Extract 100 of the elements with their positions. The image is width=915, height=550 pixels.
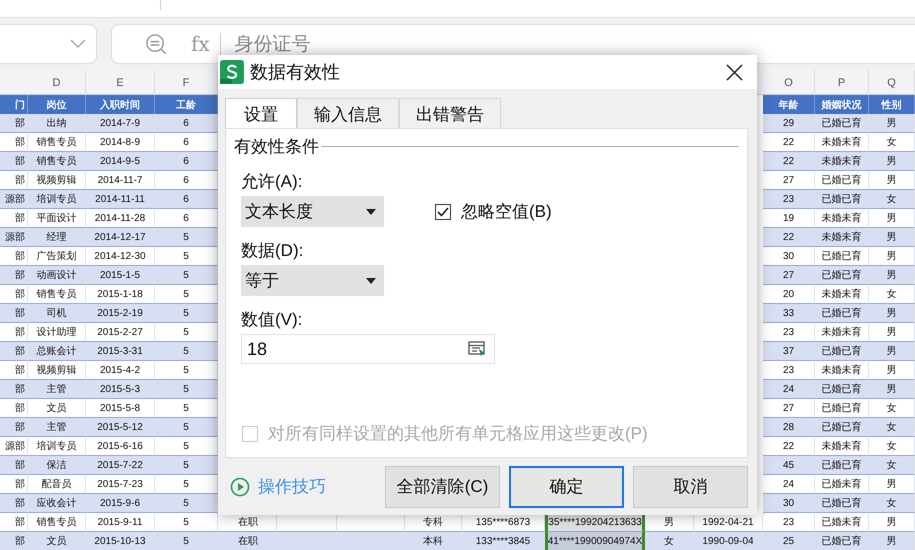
table-cell: 部 — [0, 418, 28, 437]
close-icon[interactable] — [726, 64, 743, 80]
table-cell: 1990-09-04 — [694, 532, 763, 550]
table-cell: 女 — [869, 285, 915, 304]
table-cell: 部 — [0, 380, 28, 399]
table-cell: 2014-11-28 — [86, 209, 155, 228]
table-cell: 经理 — [28, 228, 86, 247]
table-cell: 女 — [869, 399, 915, 418]
table-cell: 司机 — [28, 304, 86, 323]
table-cell: 女 — [869, 437, 915, 456]
allow-label: 允许(A): — [241, 171, 304, 193]
table-cell: 未婚未育 — [815, 323, 869, 342]
table-cell: 女 — [869, 133, 915, 152]
table-cell: 销售专员 — [28, 133, 86, 152]
table-cell: 文员 — [28, 399, 86, 418]
table-cell: 2015-9-11 — [86, 513, 155, 532]
table-cell: 男 — [869, 361, 915, 380]
table-cell: 5 — [155, 475, 218, 494]
table-cell: 文员 — [28, 532, 86, 550]
table-cell: 22 — [763, 228, 815, 247]
table-cell: 男 — [869, 152, 915, 171]
table-cell: 5 — [155, 399, 218, 418]
table-cell: 未婚未育 — [815, 437, 869, 456]
table-cell: 已婚已育 — [815, 494, 869, 513]
table-cell: 本科 — [405, 532, 462, 550]
table-cell: 男 — [869, 228, 915, 247]
table-cell: 已婚已育 — [815, 380, 869, 399]
table-cell: 女 — [869, 494, 915, 513]
table-cell: 部 — [0, 285, 28, 304]
table-cell: 5 — [155, 323, 218, 342]
table-cell: 5 — [155, 228, 218, 247]
table-cell: 源部 — [0, 190, 28, 209]
data-dropdown[interactable]: 等于 — [241, 265, 384, 296]
value-label: 数值(V): — [241, 309, 304, 331]
tab[interactable]: 设置 — [225, 98, 297, 128]
table-cell: 133****3845 — [462, 532, 545, 550]
table-cell: 5 — [155, 532, 218, 550]
table-cell: 设计助理 — [28, 323, 86, 342]
table-cell: 销售专员 — [28, 513, 86, 532]
table-cell: 1992-04-21 — [694, 513, 763, 532]
dialog-button[interactable]: 确定 — [509, 466, 624, 508]
tab[interactable]: 出错警告 — [399, 98, 501, 128]
table-cell: 30 — [763, 247, 815, 266]
table-cell: 动画设计 — [28, 266, 86, 285]
table-cell: 部 — [0, 361, 28, 380]
caret-icon[interactable] — [366, 278, 376, 284]
table-cell: 2015-1-5 — [86, 266, 155, 285]
table-cell: 2015-6-16 — [86, 437, 155, 456]
table-cell: 已婚已育 — [815, 456, 869, 475]
checkmark-icon[interactable] — [436, 204, 450, 218]
ignore-blank-checkbox[interactable]: 忽略空值(B) — [435, 200, 552, 223]
zoom-out-icon[interactable] — [145, 32, 168, 56]
table-cell: 未婚未育 — [815, 152, 869, 171]
table-cell: 29 — [763, 114, 815, 133]
table-cell: 女 — [869, 456, 915, 475]
table-cell: 23 — [763, 361, 815, 380]
table-cell: 6 — [155, 171, 218, 190]
header-cell: 门 — [0, 95, 28, 114]
table-cell: 男 — [869, 304, 915, 323]
table-cell: 已婚已育 — [815, 114, 869, 133]
table-cell: 2015-7-23 — [86, 475, 155, 494]
table-cell: 30 — [763, 494, 815, 513]
table-cell: 源部 — [0, 228, 28, 247]
table-cell: 培训专员 — [28, 190, 86, 209]
table-cell: 已婚已育 — [815, 266, 869, 285]
table-cell: 5 — [155, 285, 218, 304]
table-cell: 5 — [155, 513, 218, 532]
table-cell: 2015-1-18 — [86, 285, 155, 304]
table-cell: 5 — [155, 437, 218, 456]
table-cell: 22 — [763, 133, 815, 152]
table-cell: 男 — [869, 380, 915, 399]
table-cell: 6 — [155, 152, 218, 171]
table-cell: 部 — [0, 456, 28, 475]
table-cell: 5 — [155, 494, 218, 513]
table-cell: 已婚已育 — [815, 342, 869, 361]
dialog-button[interactable]: 取消 — [633, 466, 748, 508]
tab[interactable]: 输入信息 — [297, 98, 399, 128]
table-cell: 男 — [869, 209, 915, 228]
header-cell: 年龄 — [763, 95, 815, 114]
play-icon[interactable] — [230, 476, 250, 496]
table-cell: 24 — [763, 475, 815, 494]
table-cell: 5 — [155, 342, 218, 361]
table-cell: 2014-12-17 — [86, 228, 155, 247]
table-cell: 已婚已育 — [815, 304, 869, 323]
table-cell: 45 — [763, 456, 815, 475]
dialog-button[interactable]: 全部清除(C) — [385, 466, 500, 508]
table-cell: 已婚已育 — [815, 247, 869, 266]
table-cell: 2015-5-3 — [86, 380, 155, 399]
allow-dropdown[interactable]: 文本长度 — [241, 196, 384, 227]
table-cell: 2015-10-13 — [86, 532, 155, 550]
table-cell: 保洁 — [28, 456, 86, 475]
caret-icon[interactable] — [366, 208, 376, 214]
table-cell: 19 — [763, 209, 815, 228]
table-cell: 女 — [869, 190, 915, 209]
range-select-icon[interactable] — [468, 341, 486, 357]
table-cell: 部 — [0, 171, 28, 190]
table-cell: 部 — [0, 342, 28, 361]
table-cell: 5 — [155, 247, 218, 266]
header-cell: 性别 — [869, 95, 915, 114]
value-field[interactable]: 18 — [241, 334, 495, 364]
